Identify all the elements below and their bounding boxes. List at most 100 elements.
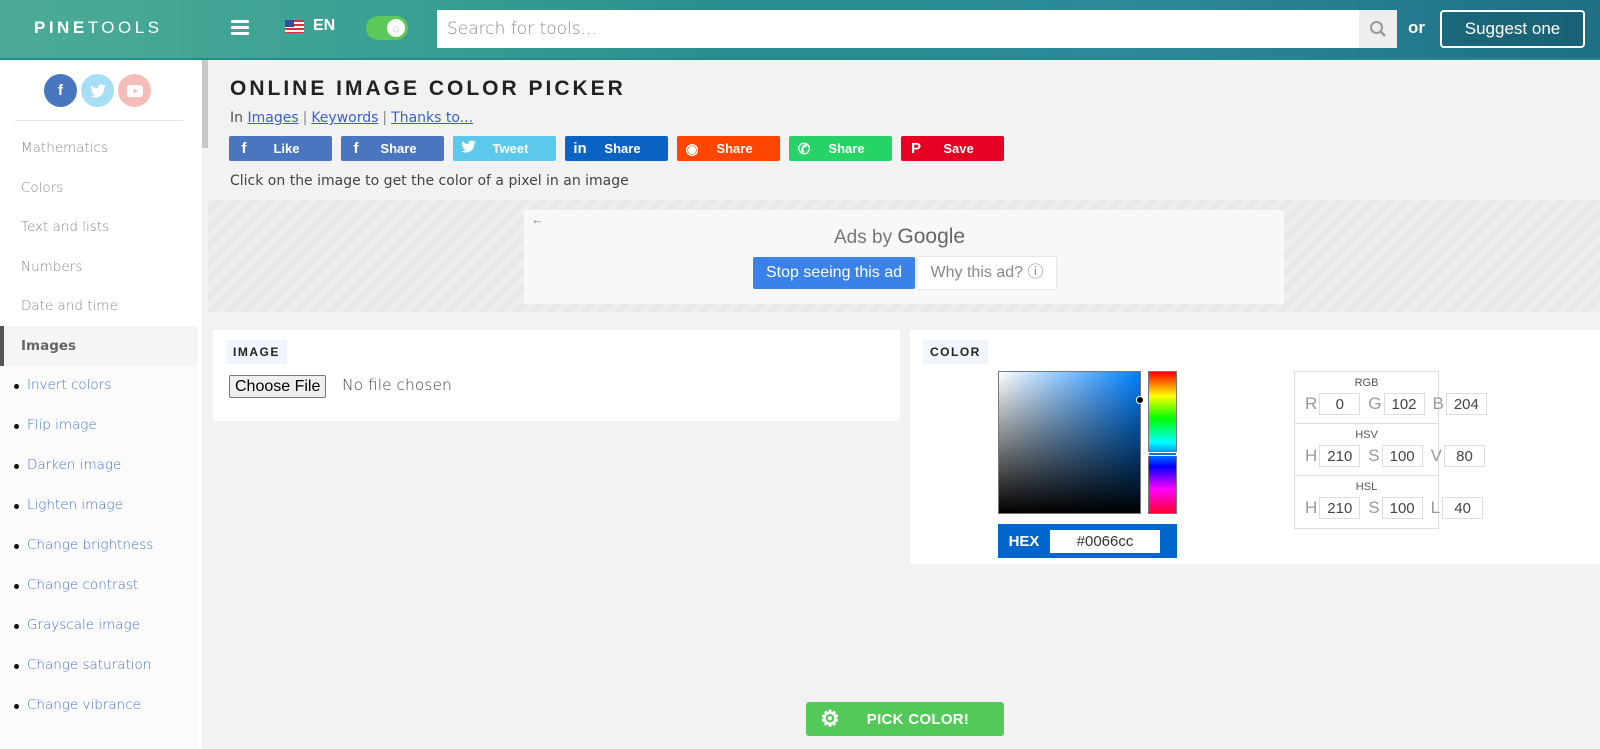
sidebar: f Mathematics Colors Text and lists Numb… [0,60,208,749]
b-label: B [1432,394,1444,413]
h-label: H [1305,446,1318,465]
why-this-ad-button[interactable]: Why this ad? ⓘ [918,257,1056,289]
file-status: No file chosen [342,376,452,394]
hex-bar: HEX [998,524,1177,558]
or-text: or [1408,18,1425,37]
share-label: Share [828,141,865,156]
hsv-s-input[interactable] [1381,445,1423,467]
r-input[interactable] [1319,393,1361,415]
linkedin-icon: in [573,140,587,157]
hex-label: HEX [1008,532,1040,550]
language-selector[interactable]: EN [285,17,335,35]
pick-color-button[interactable]: ⚙ PICK COLOR! [806,702,1004,736]
stop-seeing-ad-button[interactable]: Stop seeing this ad [753,257,915,289]
image-panel-label: IMAGE [226,340,287,364]
b-input[interactable] [1445,393,1487,415]
sidebar-link-change-brightness[interactable]: Change brightness [13,537,153,553]
pinterest-icon: P [910,140,921,157]
social-links: f [44,74,151,107]
breadcrumb-link-thanks[interactable]: Thanks to... [391,110,473,126]
top-header: PINETOOLS EN ☼ or Suggest one [0,0,1600,60]
suggest-button[interactable]: Suggest one [1440,10,1585,48]
back-arrow-icon[interactable]: ← [531,212,544,227]
logo-bold: PINE [34,18,88,37]
logo-light: TOOLS [87,18,163,37]
hue-slider[interactable] [1148,371,1177,514]
hsl-h-input[interactable] [1319,497,1361,519]
hsv-title: HSV [1355,429,1378,441]
ad-container: ← Ads by Google Stop seeing this ad Why … [524,210,1284,304]
sidebar-link-change-vibrance[interactable]: Change vibrance [14,697,141,713]
twitter-tweet-button[interactable]: Tweet [453,136,556,161]
breadcrumb-link-images[interactable]: Images [247,110,298,126]
youtube-icon[interactable] [118,74,151,107]
sidebar-item-mathematics[interactable]: Mathematics [0,128,198,168]
sidebar-item-numbers[interactable]: Numbers [0,247,198,287]
h-label: H [1305,498,1318,517]
search-input[interactable] [437,10,1359,48]
color-panel-label: COLOR [923,340,988,364]
twitter-icon[interactable] [81,74,114,107]
hsv-h-input[interactable] [1319,445,1361,467]
hue-slider-handle[interactable] [1148,452,1177,457]
sidebar-link-change-contrast[interactable]: Change contrast [13,577,138,593]
sun-icon: ☼ [387,19,405,37]
hsl-l-input[interactable] [1442,497,1484,519]
g-input[interactable] [1383,393,1425,415]
search-bar [437,10,1397,48]
gear-icon: ⚙ [820,706,840,731]
ads-by-text: Ads by [834,227,893,248]
sidebar-divider [15,120,183,121]
share-buttons: f Like f Share Tweet in Share ◉ Share ✆ Share… [229,136,1004,161]
tool-description: Click on the image to get the color of a… [230,173,629,189]
sidebar-link-lighten-image[interactable]: Lighten image [14,497,123,513]
theme-toggle[interactable]: ☼ [366,16,408,40]
facebook-icon: f [241,140,247,157]
sidebar-item-text-and-lists[interactable]: Text and lists [0,207,198,247]
reddit-icon: ◉ [685,140,699,158]
rgb-group: RGB R G B [1295,372,1487,424]
sidebar-link-grayscale-image[interactable]: Grayscale image [14,617,140,633]
facebook-like-button[interactable]: f Like [229,136,332,161]
rgb-title: RGB [1354,377,1379,389]
us-flag-icon [285,19,304,33]
share-label: Tweet [492,141,529,156]
sidebar-link-change-saturation[interactable]: Change saturation [13,657,151,673]
hsl-group: HSL H S L [1295,476,1484,528]
g-label: G [1368,394,1382,413]
r-label: R [1305,394,1318,413]
linkedin-share-button[interactable]: in Share [565,136,668,161]
saturation-value-picker[interactable] [998,371,1144,514]
sidebar-link-invert-colors[interactable]: Invert colors [13,377,111,393]
breadcrumb-link-keywords[interactable]: Keywords [311,110,378,126]
breadcrumb: In Images | Keywords | Thanks to... [230,110,474,126]
whatsapp-share-button[interactable]: ✆ Share [789,136,892,161]
sidebar-item-date-and-time[interactable]: Date and time [0,286,198,326]
sidebar-item-colors[interactable]: Colors [0,168,198,208]
choose-file-button[interactable]: Choose File [229,375,327,398]
share-label: Share [716,141,753,156]
whatsapp-icon: ✆ [797,140,811,158]
hex-input[interactable] [1050,529,1160,553]
pick-color-label: PICK COLOR! [866,710,970,728]
color-panel: COLOR HEX RGB R G B HSV H S V HSL [910,330,1600,564]
twitter-icon [453,140,483,157]
share-label: Share [604,141,641,156]
l-label: L [1430,498,1441,517]
hsv-v-input[interactable] [1443,445,1485,467]
hsl-s-input[interactable] [1381,497,1423,519]
color-picker-cursor[interactable] [1136,396,1144,405]
sidebar-link-flip-image[interactable]: Flip image [14,417,97,433]
share-label: Save [943,141,974,156]
menu-icon[interactable] [231,20,249,36]
facebook-share-button[interactable]: f Share [341,136,444,161]
sidebar-link-darken-image[interactable]: Darken image [13,457,121,473]
reddit-share-button[interactable]: ◉ Share [677,136,780,161]
sidebar-item-images[interactable]: Images [0,326,198,366]
logo[interactable]: PINETOOLS [34,18,163,38]
pinterest-save-button[interactable]: P Save [901,136,1004,161]
facebook-icon[interactable]: f [44,74,77,107]
hsl-title: HSL [1355,481,1378,493]
search-button[interactable] [1359,10,1397,48]
v-label: V [1430,446,1442,465]
